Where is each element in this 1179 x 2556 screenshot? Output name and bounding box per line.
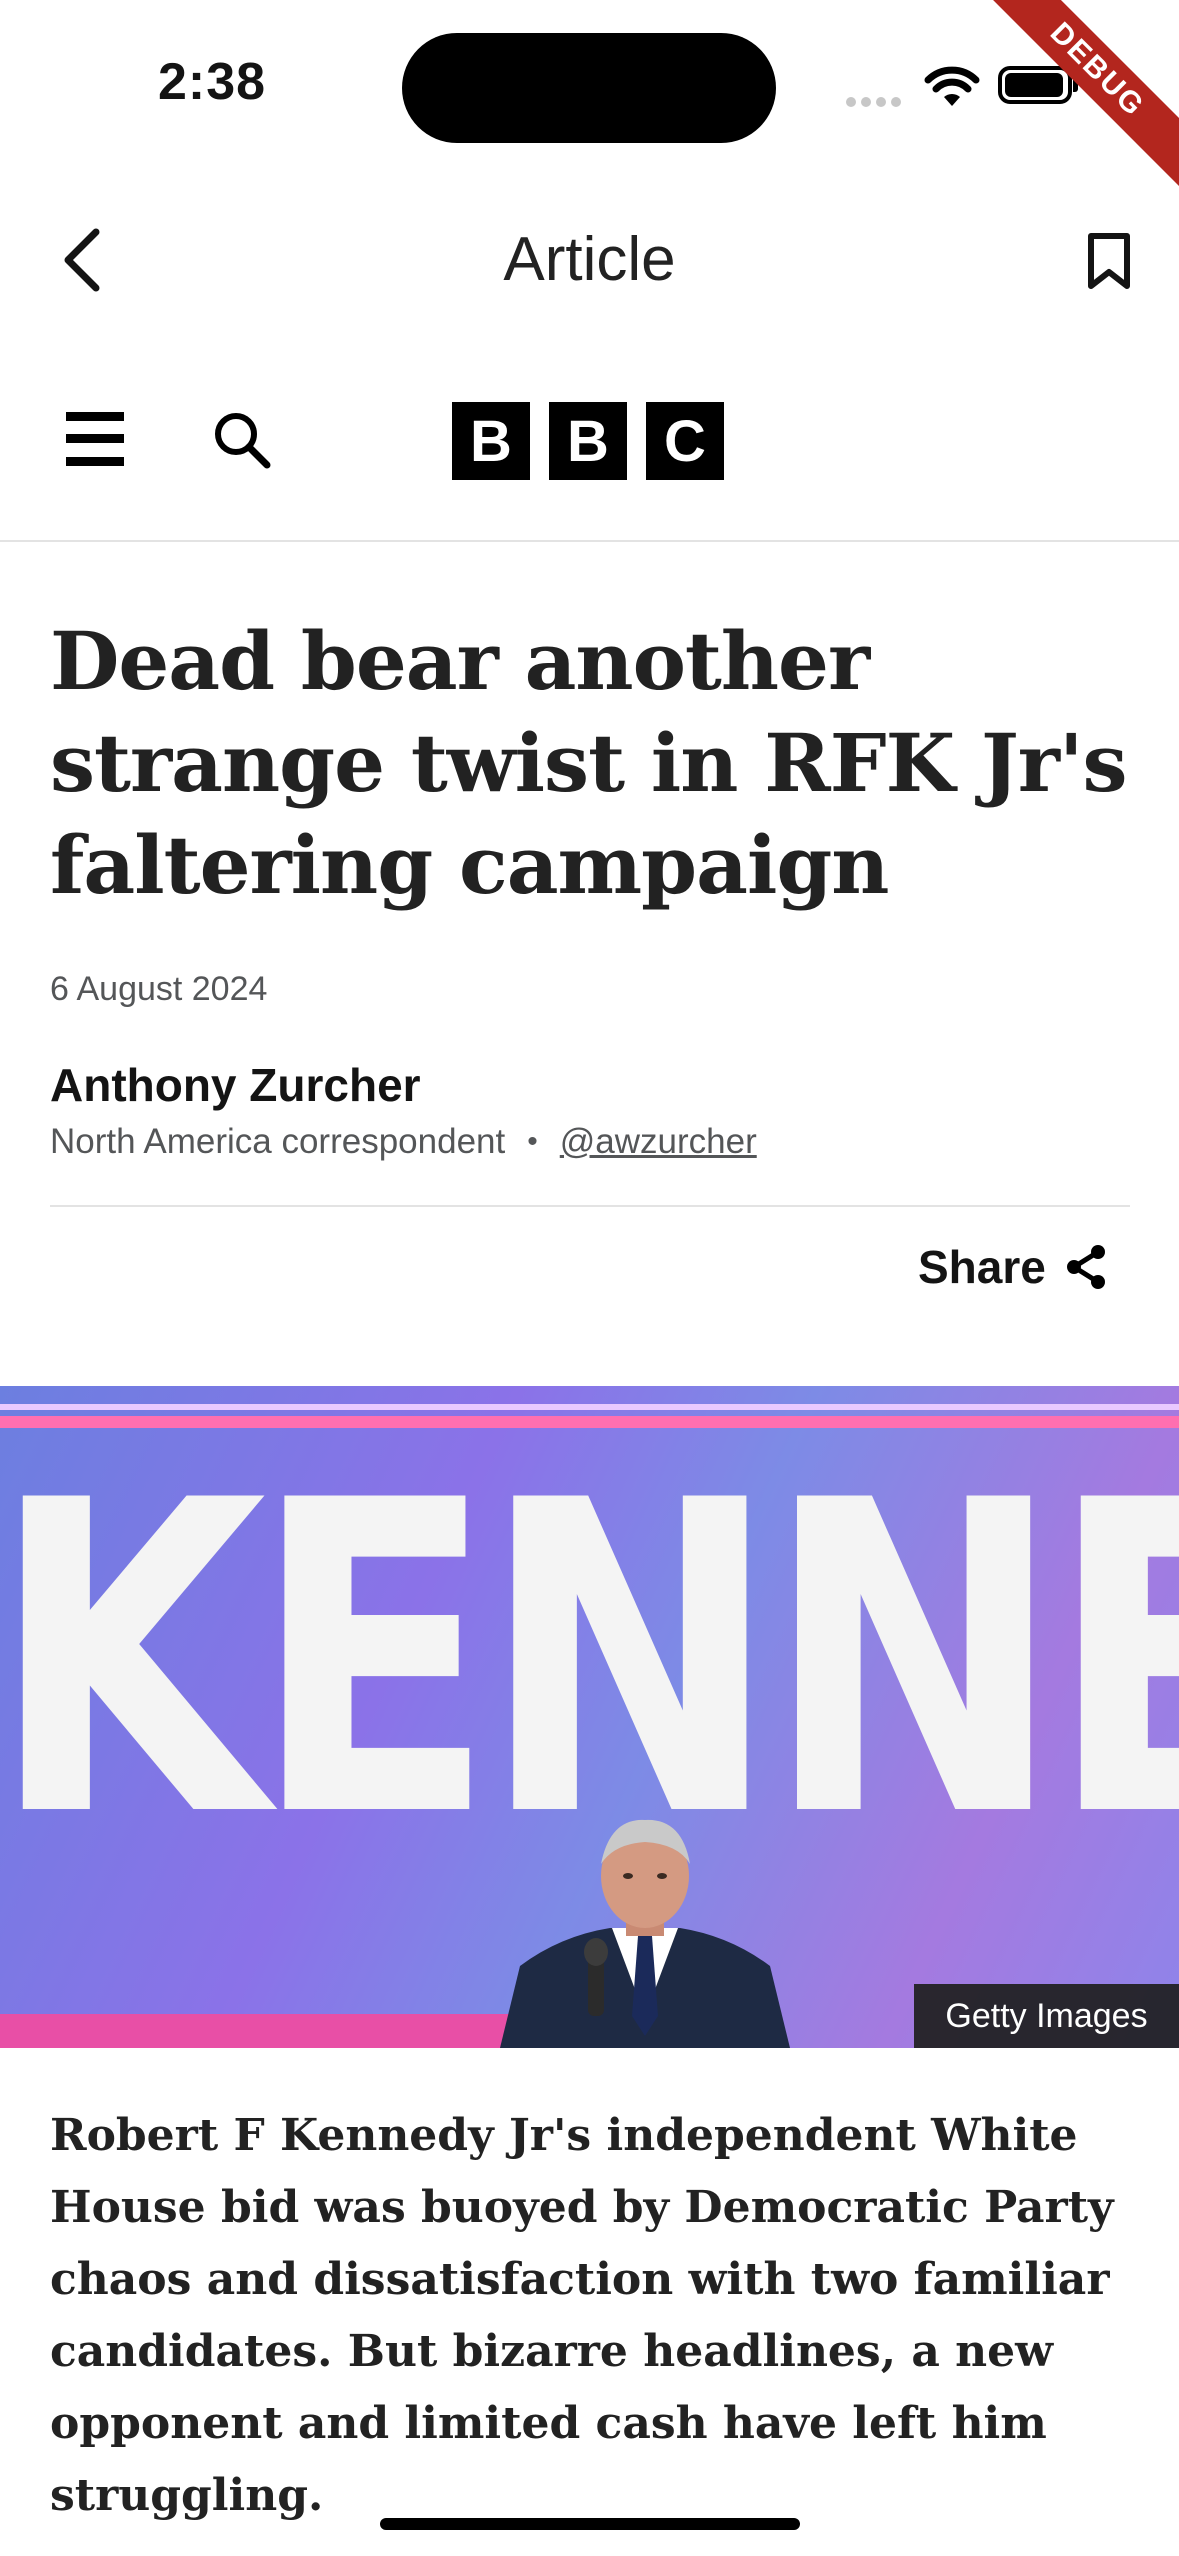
status-time: 2:38 [158,53,267,111]
hero-image-text: KENNEDY [0,1411,1179,1911]
speaker-figure [500,1819,790,2048]
home-indicator[interactable] [380,2518,800,2530]
debug-banner: DEBUG [959,0,1179,220]
header-divider [0,540,1179,542]
article-intro: Robert F Kennedy Jr's independent White … [50,2110,1114,2521]
article-headline: Dead bear another strange twist in RFK J… [50,614,1127,912]
byline-separator: • [527,1125,538,1158]
bbc-logo-letter: B [549,402,627,480]
bookmark-icon[interactable] [1086,232,1132,290]
share-button[interactable]: Share [918,1240,1108,1294]
app-bar-title: Article [503,225,676,294]
dynamic-island [402,33,776,143]
hamburger-menu-icon[interactable] [66,412,124,466]
bbc-logo[interactable]: B B C [452,402,724,480]
author-name: Anthony Zurcher [50,1059,421,1111]
search-icon[interactable] [212,410,272,470]
bbc-logo-letter: C [646,402,724,480]
author-handle-link[interactable]: @awzurcher [560,1122,757,1162]
share-label: Share [918,1241,1046,1293]
image-credit: Getty Images [914,1984,1179,2048]
cellular-signal-icon [846,94,906,112]
article-date: 6 August 2024 [50,970,268,1008]
article-hero-image[interactable]: KENNEDY [0,1386,1179,2048]
share-icon [1066,1245,1105,1289]
author-role: North America correspondent [50,1122,506,1161]
byline-divider [50,1205,1130,1207]
bbc-logo-letter: B [452,402,530,480]
author-byline: North America correspondent • @awzurcher [50,1122,757,1162]
